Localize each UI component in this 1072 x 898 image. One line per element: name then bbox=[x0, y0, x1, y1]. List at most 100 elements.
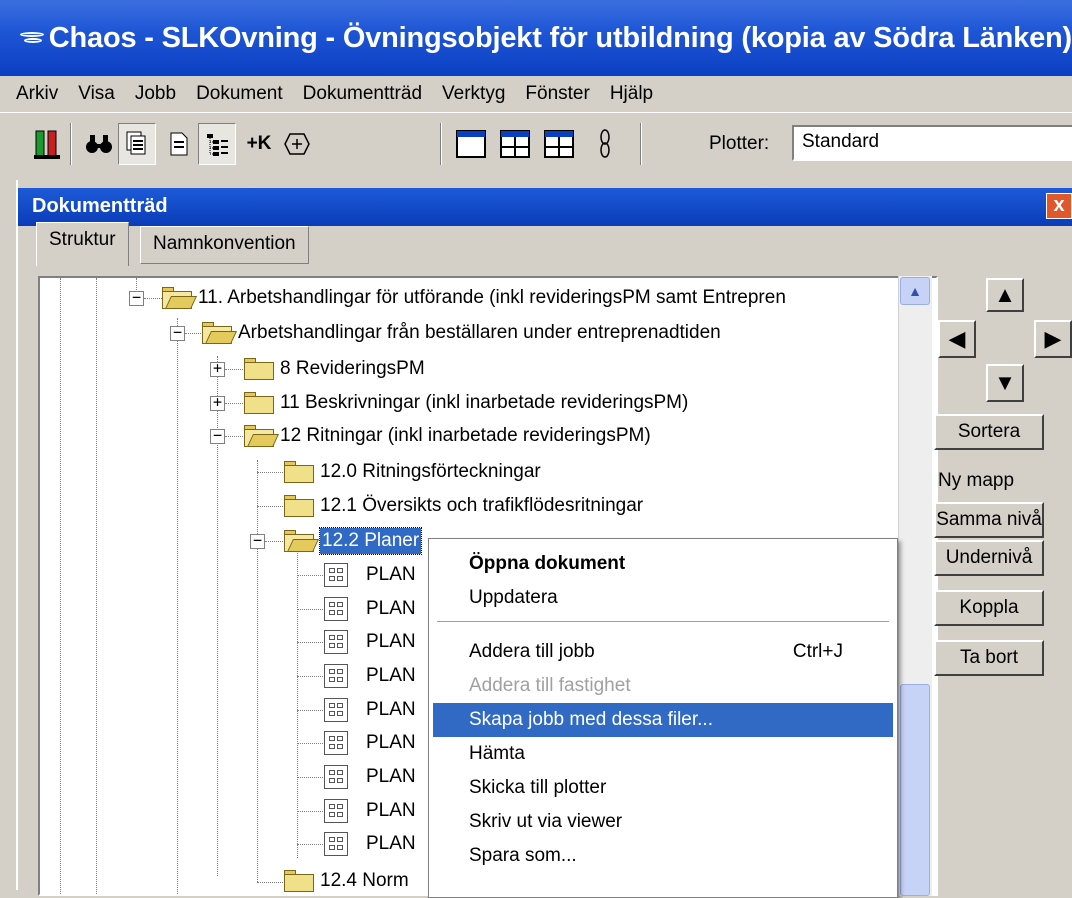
move-down-button[interactable]: ▼ bbox=[986, 364, 1024, 402]
plan-document-icon bbox=[324, 765, 348, 789]
tree-document-item[interactable]: PLAN bbox=[366, 663, 416, 689]
menu-update[interactable]: Uppdatera bbox=[433, 581, 893, 615]
grid-layout-icon bbox=[500, 130, 530, 158]
folder-icon bbox=[244, 392, 274, 414]
tab-namnkonvention[interactable]: Namnkonvention bbox=[140, 226, 309, 264]
folder-open-icon bbox=[162, 287, 198, 309]
plan-document-icon bbox=[324, 630, 348, 654]
tree-document-item[interactable]: PLAN bbox=[366, 764, 416, 790]
tab-struktur[interactable]: Struktur bbox=[36, 222, 129, 266]
plan-document-icon bbox=[324, 664, 348, 688]
tree-node-label[interactable]: Arbetshandlingar från beställaren under … bbox=[238, 320, 721, 346]
plan-document-icon bbox=[324, 799, 348, 823]
scroll-thumb[interactable] bbox=[900, 684, 930, 896]
arrow-left-icon: ◀ bbox=[948, 326, 966, 351]
split-layout-icon bbox=[544, 130, 574, 158]
same-level-button[interactable]: Samma nivå bbox=[934, 502, 1044, 538]
menu-visa[interactable]: Visa bbox=[68, 83, 125, 105]
close-icon[interactable]: x bbox=[1046, 193, 1072, 219]
tree-node-label[interactable]: 12.0 Ritningsförteckningar bbox=[320, 459, 541, 485]
chain-link-icon bbox=[600, 129, 610, 158]
tree-document-item[interactable]: PLAN bbox=[366, 562, 416, 588]
window-title: Chaos - SLKOvning - Övningsobjekt för ut… bbox=[48, 21, 1072, 54]
tree-node-label[interactable]: 12 Ritningar (inkl inarbetade revidering… bbox=[280, 423, 651, 449]
tree-view-button[interactable] bbox=[198, 123, 236, 165]
move-up-button[interactable]: ▲ bbox=[986, 278, 1024, 312]
find-button[interactable] bbox=[80, 123, 118, 165]
menu-verktyg[interactable]: Verktyg bbox=[432, 83, 515, 105]
tree-scrollbar[interactable]: ▲ bbox=[898, 276, 932, 896]
folder-icon bbox=[284, 495, 314, 517]
expand-toggle[interactable]: + bbox=[210, 395, 225, 411]
menubar: Arkiv Visa Jobb Dokument Dokumentträd Ve… bbox=[0, 76, 1072, 112]
add-k-button[interactable]: +K bbox=[240, 123, 278, 165]
menu-dokument[interactable]: Dokument bbox=[186, 83, 293, 105]
menu-jobb[interactable]: Jobb bbox=[125, 83, 186, 105]
job-icon bbox=[34, 130, 60, 159]
tree-document-item[interactable]: PLAN bbox=[366, 730, 416, 756]
tree-document-item[interactable]: PLAN bbox=[366, 596, 416, 622]
sub-level-button[interactable]: Undernivå bbox=[934, 540, 1044, 576]
menu-dokumenttrad[interactable]: Dokumentträd bbox=[293, 83, 432, 105]
tree-node-label[interactable]: 11. Arbetshandlingar för utförande (inkl… bbox=[198, 285, 786, 311]
context-menu: Öppna dokument Uppdatera Addera till job… bbox=[428, 538, 898, 898]
menu-print-via-viewer[interactable]: Skriv ut via viewer bbox=[433, 805, 893, 839]
menu-send-to-plotter[interactable]: Skicka till plotter bbox=[433, 771, 893, 805]
binoculars-icon bbox=[86, 135, 112, 153]
expand-toggle[interactable]: + bbox=[210, 361, 225, 377]
menu-hjalp[interactable]: Hjälp bbox=[600, 83, 663, 105]
menu-save-as[interactable]: Spara som... bbox=[433, 839, 893, 873]
collapse-toggle[interactable]: − bbox=[129, 290, 144, 306]
new-folder-label: Ny mapp bbox=[938, 470, 1015, 491]
menu-open-document[interactable]: Öppna dokument bbox=[433, 547, 893, 581]
folder-open-icon bbox=[244, 425, 280, 447]
layout-3-button[interactable] bbox=[540, 123, 578, 165]
menu-create-job[interactable]: Skapa jobb med dessa filer... bbox=[433, 703, 893, 737]
folder-open-icon bbox=[284, 530, 320, 552]
tree-document-item[interactable]: PLAN bbox=[366, 798, 416, 824]
plotter-select[interactable]: Standard bbox=[792, 125, 1072, 161]
document-button[interactable] bbox=[160, 123, 198, 165]
move-right-button[interactable]: ▶ bbox=[1034, 320, 1072, 358]
tree-node-label[interactable]: 12.1 Översikts och trafikflödesritningar bbox=[320, 493, 643, 519]
menu-arkiv[interactable]: Arkiv bbox=[6, 83, 68, 105]
layout-1-button[interactable] bbox=[452, 123, 490, 165]
tree-node-selected[interactable]: 12.2 Planer bbox=[318, 527, 423, 555]
remove-button[interactable]: Ta bort bbox=[934, 640, 1044, 676]
layout-2-button[interactable] bbox=[496, 123, 534, 165]
menu-add-to-job[interactable]: Addera till jobb Ctrl+J bbox=[433, 635, 893, 669]
sort-button[interactable]: Sortera bbox=[934, 414, 1044, 450]
tree-document-item[interactable]: PLAN bbox=[366, 697, 416, 723]
app-icon bbox=[20, 29, 44, 47]
panel-titlebar: Dokumentträd x bbox=[18, 188, 1072, 226]
tree-document-item[interactable]: PLAN bbox=[366, 629, 416, 655]
link-tool-button[interactable] bbox=[586, 123, 624, 165]
link-button[interactable]: Koppla bbox=[934, 590, 1044, 626]
menu-fonster[interactable]: Fönster bbox=[515, 83, 599, 105]
documents-view-button[interactable] bbox=[118, 123, 156, 165]
tree-node-label[interactable]: 8 RevideringsPM bbox=[280, 356, 425, 382]
tree-node-label[interactable]: 12.4 Norm bbox=[320, 868, 409, 894]
polygon-plus-icon bbox=[284, 133, 310, 155]
shortcut-label: Ctrl+J bbox=[792, 641, 843, 662]
tree-node-label[interactable]: 11 Beskrivningar (inkl inarbetade revide… bbox=[280, 390, 688, 416]
arrow-up-icon: ▲ bbox=[994, 282, 1016, 307]
move-left-button[interactable]: ◀ bbox=[938, 320, 976, 358]
folder-open-icon bbox=[202, 322, 238, 344]
plan-document-icon bbox=[324, 832, 348, 856]
documents-icon bbox=[126, 131, 146, 155]
tree-document-item[interactable]: PLAN bbox=[366, 831, 416, 857]
job-tool-button[interactable] bbox=[28, 123, 66, 165]
collapse-toggle[interactable]: − bbox=[250, 533, 265, 549]
scroll-up-arrow-icon[interactable]: ▲ bbox=[900, 277, 930, 305]
toolbar: +K Plotter: Standard bbox=[0, 112, 1072, 174]
menu-fetch[interactable]: Hämta bbox=[433, 737, 893, 771]
collapse-toggle[interactable]: − bbox=[170, 325, 185, 341]
plan-document-icon bbox=[324, 597, 348, 621]
arrow-right-icon: ▶ bbox=[1044, 326, 1062, 351]
shape-button[interactable] bbox=[278, 123, 316, 165]
tree-icon bbox=[207, 134, 228, 156]
window-titlebar[interactable]: Chaos - SLKOvning - Övningsobjekt för ut… bbox=[0, 0, 1072, 76]
plan-document-icon bbox=[324, 731, 348, 755]
collapse-toggle[interactable]: − bbox=[210, 428, 225, 444]
